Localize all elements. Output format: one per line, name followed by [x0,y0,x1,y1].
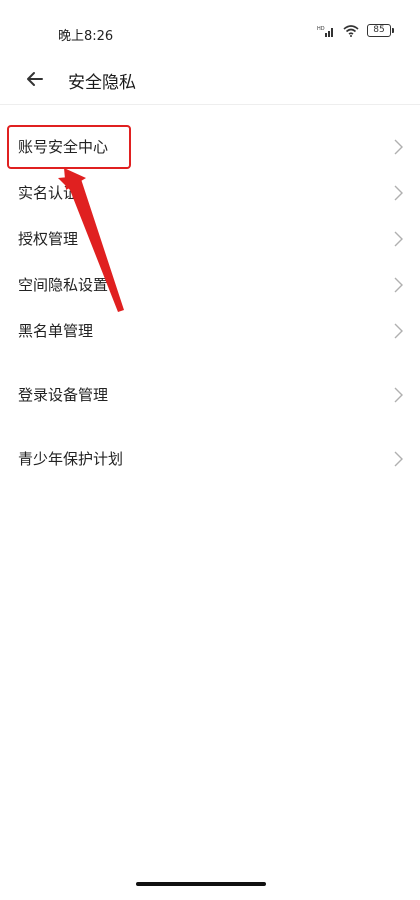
svg-text:HD: HD [317,26,325,32]
annotation-highlight-box [7,125,131,169]
menu-item-youth-protection[interactable]: 青少年保护计划 [0,436,420,482]
wifi-icon [343,24,359,37]
menu-item-label: 青少年保护计划 [18,450,124,468]
menu-item-label: 实名认证 [18,184,79,202]
chevron-right-icon [394,451,403,467]
status-bar: 晚上8:26 HD 85 [0,0,420,60]
cellular-signal-icon: HD [317,26,333,37]
chevron-right-icon [394,323,403,339]
page-title: 安全隐私 [68,73,136,93]
home-indicator[interactable] [136,882,266,886]
menu-item-blacklist[interactable]: 黑名单管理 [0,308,420,354]
menu-item-label: 登录设备管理 [18,386,109,404]
menu-item-label: 空间隐私设置 [18,276,109,294]
menu-item-authorization[interactable]: 授权管理 [0,216,420,262]
back-arrow-icon [27,72,43,86]
chevron-right-icon [394,277,403,293]
battery-level: 85 [367,24,391,37]
chevron-right-icon [394,139,403,155]
back-button[interactable] [20,64,50,94]
header: 安全隐私 [0,56,420,105]
chevron-right-icon [394,185,403,201]
menu-item-login-devices[interactable]: 登录设备管理 [0,372,420,418]
status-time: 晚上8:26 [58,29,114,44]
menu-item-label: 授权管理 [18,230,79,248]
status-icons: HD 85 [317,24,394,37]
battery-icon: 85 [367,24,394,37]
menu-item-label: 黑名单管理 [18,322,94,340]
menu-item-space-privacy[interactable]: 空间隐私设置 [0,262,420,308]
chevron-right-icon [394,387,403,403]
chevron-right-icon [394,231,403,247]
menu-item-real-name-auth[interactable]: 实名认证 [0,170,420,216]
